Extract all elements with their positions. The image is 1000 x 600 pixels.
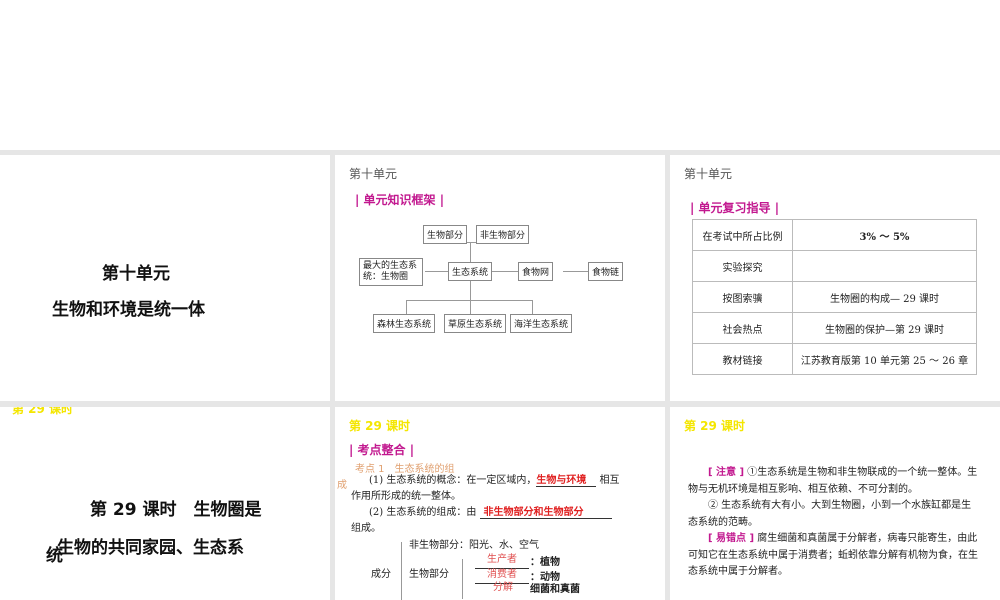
error-paragraph: [ 易错点 ] 腐生细菌和真菌属于分解者，病毒只能寄生，由此可知它在生态系统中属… (688, 531, 980, 581)
table-cell: 实验探究 (692, 250, 793, 282)
review-guide-table: 在考试中所占比例 3% ～ 5% 实验探究 按图索骥 生物圈的构成— 29 课时 社… (692, 219, 977, 375)
lesson-title-line1: 第 29 课时 生物圈是 (90, 500, 262, 520)
plant-text: ：植物 (530, 557, 560, 568)
diagram-arrow (425, 271, 449, 272)
slide-thumbnail-4[interactable]: 第 29 课时 第 29 课时 生物圈是 生物的共同家园、生态系 统 (0, 407, 330, 600)
diagram-connector (470, 300, 471, 315)
table-cell: 社会热点 (692, 312, 793, 344)
table-cell: 按图索骥 (692, 281, 793, 313)
lesson-tag: 第 29 课时 (12, 407, 74, 416)
point-title-end: 成 (337, 480, 347, 491)
concept-line-cont: 作用所形成的统一整体。 (351, 491, 461, 502)
lesson-tag: 第 29 课时 (684, 419, 746, 433)
table-cell: 3% ～ 5% (792, 219, 977, 251)
table-cell: 教材链接 (692, 343, 793, 375)
table-cell: 生物圈的保护—第 29 课时 (792, 312, 977, 344)
diagram-connector (406, 300, 532, 301)
slide-thumbnail-6[interactable]: 第 29 课时 [ 注意 ] ①生态系统是生物和非生物联成的一个统一整体。生物与… (670, 407, 1000, 600)
slide-thumbnail-3[interactable]: 第十单元 | 单元复习指导 | 在考试中所占比例 3% ～ 5% 实验探究 按图索… (670, 155, 1000, 401)
note-paragraph-2: ② 生态系统有大有小。大到生物圈，小到一个水族缸都是生态系统的范畴。 (688, 500, 972, 528)
unit-label: 第十单元 (684, 167, 733, 181)
bacteria-text: 细菌和真菌 (530, 584, 580, 595)
diagram-node-grass: 草原生态系统 (444, 314, 507, 333)
section-heading: | 考点整合 | (349, 443, 415, 457)
slide-thumbnail-2[interactable]: 第十单元 | 单元知识框架 | 生物部分 非生物部分 最大的生态系统：生物圈 生… (335, 155, 665, 401)
diagram-connector (470, 280, 471, 300)
bio-label: 生物部分 (409, 569, 449, 580)
note-paragraph-1: [ 注意 ] ①生态系统是生物和非生物联成的一个统一整体。生物与无机环境是相互影… (688, 465, 980, 498)
error-label: [ 易错点 ] (708, 533, 755, 544)
lesson-title-overflow: 统 (46, 546, 63, 566)
note-label: [ 注意 ] (708, 467, 745, 478)
table-row: 实验探究 (692, 250, 977, 282)
diagram-node-bio: 生物部分 (423, 225, 468, 244)
diagram-node-ocean: 海洋生态系统 (510, 314, 573, 333)
brace-line (401, 542, 402, 600)
concept-text: (1) 生态系统的概念：在一定区域内， (369, 475, 537, 486)
concept-line: (1) 生态系统的概念：在一定区域内，生物与环境 相互 (369, 473, 620, 489)
top-blank-area (0, 0, 1000, 150)
diagram-node-nonbio: 非生物部分 (476, 225, 530, 244)
slide-subtitle: 生物和环境是统一体 (52, 300, 205, 320)
diagram-connector (470, 242, 471, 262)
composition-line-cont: 组成。 (351, 523, 381, 534)
diagram-node-largest: 最大的生态系统：生物圈 (359, 258, 423, 286)
table-row: 教材链接 江苏教育版第 10 单元第 25 ～ 26 章 (692, 343, 977, 375)
lesson-tag: 第 29 课时 (349, 419, 411, 433)
diagram-node-forest: 森林生态系统 (373, 314, 436, 333)
diagram-arrow (490, 271, 520, 272)
table-row: 在考试中所占比例 3% ～ 5% (692, 219, 977, 251)
brace-line (462, 559, 463, 599)
slide-title: 第十单元 (102, 264, 170, 284)
diagram-node-web: 食物网 (518, 262, 554, 281)
diagram-arrow (563, 271, 588, 272)
composition-text: (2) 生态系统的组成：由 (369, 507, 477, 518)
diagram-node-eco: 生态系统 (448, 262, 493, 281)
answer-decomposer: 分解 (493, 582, 513, 593)
notes-block: [ 注意 ] ①生态系统是生物和非生物联成的一个统一整体。生物与无机环境是相互影… (688, 465, 980, 581)
lesson-title-line2: 生物的共同家园、生态系 (57, 538, 244, 558)
unit-label: 第十单元 (349, 167, 398, 181)
table-cell: 在考试中所占比例 (692, 219, 793, 251)
answer-blank: 非生物部分和生物部分 (479, 507, 612, 519)
table-row: 按图索骥 生物圈的构成— 29 课时 (692, 281, 977, 313)
composition-line: (2) 生态系统的组成：由 非生物部分和生物部分 (369, 505, 612, 521)
slide-thumbnail-1[interactable]: 第十单元 生物和环境是统一体 (0, 155, 330, 401)
slide-thumbnail-5[interactable]: 第 29 课时 | 考点整合 | 考点 1 生态系统的组 成 (1) 生态系统的… (335, 407, 665, 600)
table-cell: 江苏教育版第 10 单元第 25 ～ 26 章 (792, 343, 977, 375)
section-heading: | 单元知识框架 | (355, 193, 445, 207)
table-row: 社会热点 生物圈的保护—第 29 课时 (692, 312, 977, 344)
answer-blank: 生物与环境 (536, 475, 597, 487)
concept-text-end: 相互 (599, 475, 620, 486)
section-heading: | 单元复习指导 | (690, 201, 780, 215)
component-label: 成分 (371, 569, 391, 580)
table-cell (792, 250, 977, 282)
diagram-node-chain: 食物链 (588, 262, 624, 281)
diagram-connector (406, 300, 407, 315)
table-cell: 生物圈的构成— 29 课时 (792, 281, 977, 313)
diagram-connector (532, 300, 533, 315)
